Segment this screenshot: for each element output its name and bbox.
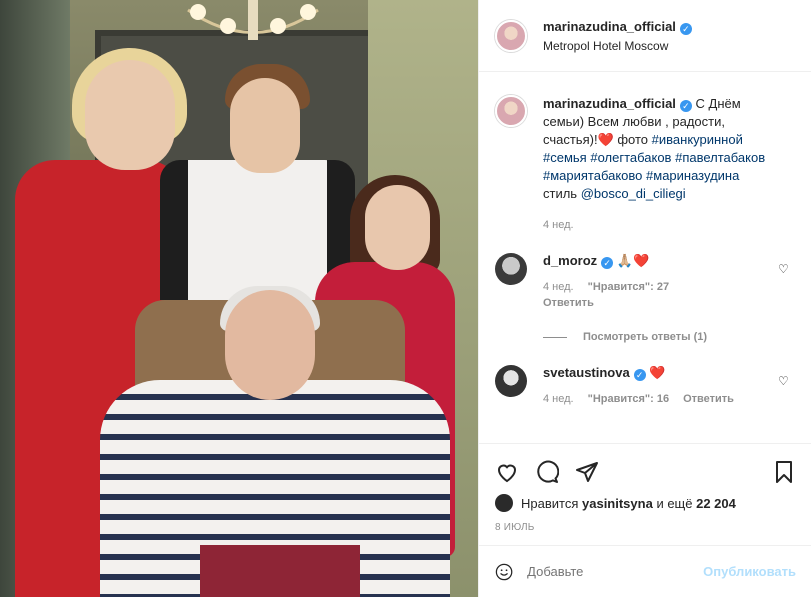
emoji-icon[interactable] (495, 559, 513, 585)
reply-button[interactable]: Ответить (683, 393, 734, 405)
post-header: marinazudina_official ✓ Metropol Hotel Mo… (479, 0, 811, 72)
hashtag-link[interactable]: #олегтабаков (590, 150, 671, 165)
heart-icon[interactable]: ♡ (778, 375, 790, 387)
add-comment-bar: Опубликовать (479, 545, 811, 597)
bookmark-icon[interactable] (772, 460, 796, 484)
verified-icon: ✓ (601, 257, 614, 269)
share-icon[interactable] (575, 460, 599, 484)
caption-text: marinazudina_official ✓ С Днём семьи) Все… (543, 96, 766, 201)
caption: marinazudina_official ✓ С Днём семьи) Все… (495, 95, 796, 203)
liker-username[interactable]: yasinitsyna (582, 496, 653, 511)
author-avatar[interactable] (495, 19, 527, 52)
post-location[interactable]: Metropol Hotel Moscow (543, 39, 692, 53)
likes-summary[interactable]: Нравится yasinitsyna и ещё 22 204 (495, 494, 796, 512)
hashtag-link[interactable]: #семья (543, 150, 587, 165)
comment-item: svetaustinova ✓ ❤️ 4 нед. "Нравится": 16 … (495, 365, 796, 405)
comment-likes[interactable]: "Нравится": 16 (588, 393, 669, 405)
comment-text: ❤️ (649, 365, 666, 380)
heart-icon[interactable] (495, 460, 519, 484)
post-photo[interactable] (0, 0, 478, 597)
caption-avatar[interactable] (495, 95, 527, 127)
reply-button[interactable]: Ответить (543, 297, 594, 309)
commenter-avatar[interactable] (495, 365, 527, 397)
heart-icon[interactable]: ♡ (778, 263, 790, 275)
caption-username[interactable]: marinazudina_official (543, 96, 676, 111)
hashtag-link[interactable]: #мариназудина (646, 168, 739, 183)
comment-icon[interactable] (535, 460, 559, 484)
post-panel: marinazudina_official ✓ Metropol Hotel Mo… (478, 0, 811, 597)
hashtag-link[interactable]: #мариятабаково (543, 168, 642, 183)
post-actions: Нравится yasinitsyna и ещё 22 204 8 июль (479, 443, 811, 533)
liker-avatar (495, 494, 513, 512)
comments-list[interactable]: marinazudina_official ✓ С Днём семьи) Все… (479, 73, 811, 443)
comment-username[interactable]: svetaustinova (543, 365, 630, 380)
comment-time: 4 нед. (543, 393, 574, 405)
caption-time: 4 нед. (543, 219, 574, 231)
commenter-avatar[interactable] (495, 253, 527, 285)
comment-text: 🙏🏼❤️ (616, 253, 650, 268)
comment-time: 4 нед. (543, 281, 574, 293)
hashtag-link[interactable]: #иванкуринной (652, 132, 743, 147)
mention-link[interactable]: @bosco_di_ciliegi (581, 186, 686, 201)
comment-username[interactable]: d_moroz (543, 253, 597, 268)
verified-icon: ✓ (679, 100, 692, 112)
likes-count[interactable]: 22 204 (696, 496, 736, 511)
post-date: 8 июль (495, 522, 535, 533)
chandelier-decor (187, 0, 319, 40)
hashtag-link[interactable]: #павелтабаков (675, 150, 765, 165)
author-username[interactable]: marinazudina_official (543, 19, 676, 34)
publish-button[interactable]: Опубликовать (703, 564, 796, 579)
verified-icon: ✓ (679, 22, 692, 35)
comment-item: d_moroz ✓ 🙏🏼❤️ 4 нед. "Нравится": 27 Отве… (495, 253, 796, 309)
comment-likes[interactable]: "Нравится": 27 (588, 281, 669, 293)
verified-icon: ✓ (633, 369, 646, 381)
view-replies-button[interactable]: Посмотреть ответы (1) (543, 331, 796, 343)
comment-input[interactable] (527, 564, 704, 579)
